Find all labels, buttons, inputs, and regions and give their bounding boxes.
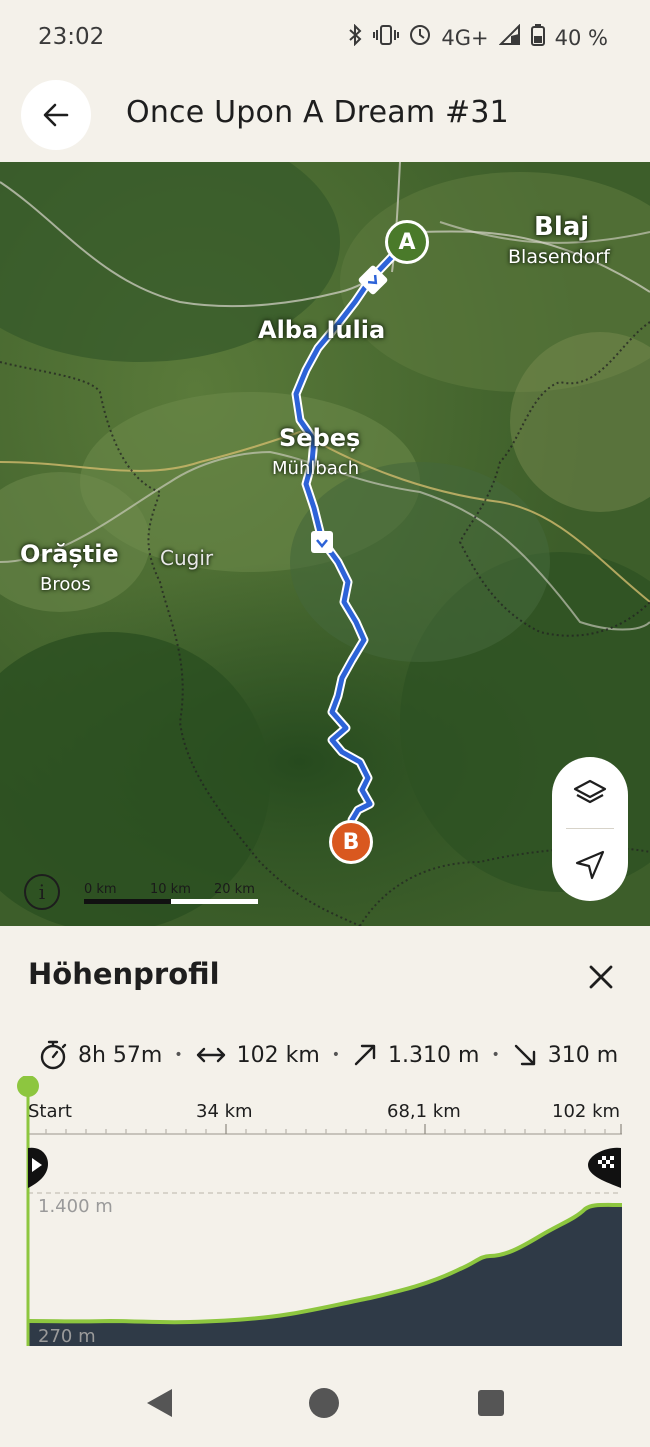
stopwatch-icon [40, 1040, 67, 1070]
place-sublabel: Mühlbach [272, 458, 360, 479]
panel-title: Höhenprofil [28, 957, 220, 991]
distance-icon [196, 1047, 225, 1063]
nav-home-button[interactable] [307, 1386, 341, 1420]
ascent-stat: 1.310 m [352, 1042, 479, 1068]
elevation-max-label: 1.400 m [38, 1196, 113, 1217]
battery-level: 40 % [554, 25, 608, 50]
route-stats: 8h 57m • 102 km • 1.310 m • 310 m [38, 1038, 618, 1072]
scale-label: 10 km [150, 882, 191, 897]
descent-value: 310 m [547, 1042, 619, 1068]
close-button[interactable] [584, 960, 618, 994]
separator-dot: • [174, 1047, 183, 1063]
play-icon [28, 1147, 48, 1188]
place-sublabel: Broos [40, 574, 91, 595]
elevation-profile[interactable]: Start 34 km 68,1 km 102 km 1.400 m 270 m [0, 1075, 650, 1356]
place-label: Orăștie [20, 540, 119, 568]
place-label: Blaj [534, 212, 590, 242]
info-icon[interactable]: i [24, 874, 60, 910]
layers-button[interactable] [552, 757, 628, 829]
status-time: 23:02 [38, 24, 105, 50]
nav-back-button[interactable] [142, 1386, 176, 1420]
bluetooth-icon [347, 23, 363, 51]
map-controls [552, 757, 628, 901]
separator-dot: • [491, 1047, 500, 1063]
place-sublabel: Blasendorf [508, 246, 610, 268]
back-button[interactable] [21, 80, 91, 150]
route-map[interactable]: A B Blaj Blasendorf Alba Iulia Sebeș Müh… [0, 162, 650, 926]
descent-stat: 310 m [512, 1042, 618, 1068]
ascent-value: 1.310 m [388, 1042, 480, 1068]
close-icon [589, 965, 613, 989]
place-sublabel: Cugir [160, 546, 214, 570]
end-marker[interactable]: B [329, 820, 373, 864]
scale-bar [84, 899, 258, 904]
battery-icon [530, 24, 545, 51]
scale-label: 20 km [214, 882, 255, 897]
nav-home-icon [309, 1388, 339, 1418]
elevation-min-label: 270 m [38, 1326, 96, 1347]
system-navbar [0, 1356, 650, 1447]
layers-icon [573, 779, 607, 804]
page-title: Once Upon A Dream #31 [126, 95, 509, 130]
separator-dot: • [331, 1047, 341, 1063]
status-icons: 4G+ 40 % [347, 23, 608, 51]
duration-stat: 8h 57m [38, 1039, 162, 1071]
ascent-icon [354, 1044, 376, 1066]
distance-value: 102 km [236, 1042, 320, 1068]
arrow-left-icon [43, 103, 69, 127]
header: Once Upon A Dream #31 [0, 76, 650, 162]
duration-value: 8h 57m [78, 1042, 163, 1068]
scale-label: 0 km [84, 882, 117, 897]
nav-recents-button[interactable] [474, 1386, 508, 1420]
elevation-panel: Höhenprofil 8h 57m • 102 km • 1.310 m • … [0, 926, 650, 1356]
signal-icon [498, 23, 521, 51]
nav-back-icon [147, 1389, 172, 1417]
place-label: Sebeș [279, 424, 361, 452]
descent-icon [514, 1044, 535, 1066]
locate-button[interactable] [552, 829, 628, 901]
alarm-icon [409, 24, 431, 51]
network-type: 4G+ [441, 25, 489, 50]
nav-recents-icon [478, 1390, 504, 1416]
km-label: 68,1 km [387, 1101, 461, 1122]
km-label-end: 102 km [552, 1101, 621, 1122]
km-label: 34 km [196, 1101, 253, 1122]
place-label: Alba Iulia [258, 316, 386, 344]
status-bar: 23:02 4G+ 40 % [0, 0, 650, 76]
vibrate-icon [373, 24, 400, 51]
distance-stat: 102 km [195, 1043, 320, 1068]
start-marker[interactable]: A [385, 220, 429, 264]
km-label-start: Start [28, 1101, 72, 1122]
finish-flag-icon [588, 1147, 621, 1188]
navigation-arrow-icon [575, 850, 605, 880]
